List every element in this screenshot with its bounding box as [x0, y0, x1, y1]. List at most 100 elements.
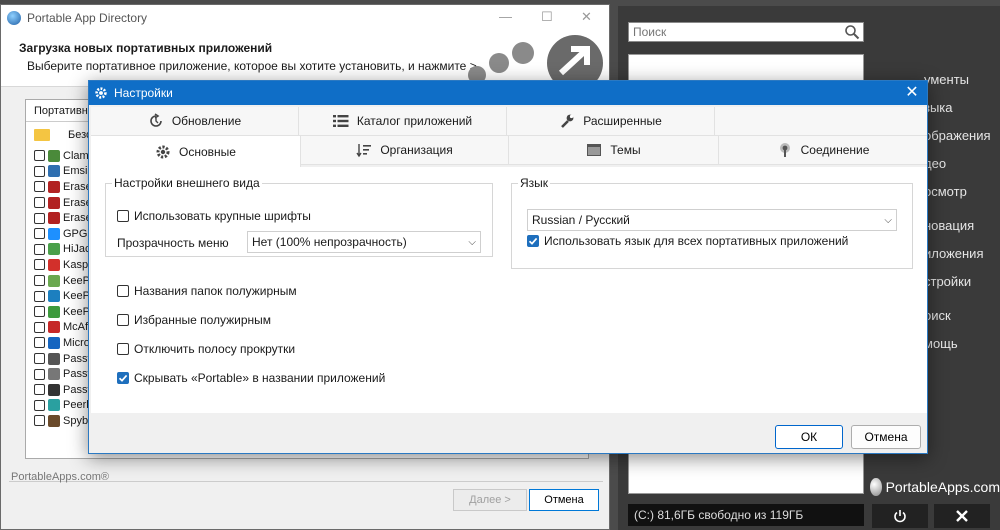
app-icon	[48, 243, 60, 256]
tab-label: Расширенные	[583, 114, 662, 128]
app-checkbox[interactable]	[34, 337, 45, 349]
large-fonts-checkbox[interactable]: Использовать крупные шрифты	[117, 209, 311, 223]
search-input[interactable]	[629, 23, 839, 41]
app-checkbox[interactable]	[34, 306, 45, 318]
close-menu-button[interactable]	[934, 504, 990, 528]
app-checkbox[interactable]	[34, 275, 45, 287]
tab-label: Основные	[179, 145, 236, 159]
tab-advanced[interactable]: Расширенные	[507, 107, 715, 136]
gear-icon	[95, 87, 107, 99]
tab-organization[interactable]: Организация	[301, 136, 509, 165]
app-name: GPG	[63, 227, 88, 240]
antenna-icon	[777, 142, 793, 158]
tab-app-catalog[interactable]: Каталог приложений	[299, 107, 507, 136]
app-checkbox[interactable]	[34, 259, 45, 271]
bold-favorites-checkbox[interactable]: Избранные полужирным	[117, 313, 271, 327]
checkbox-box[interactable]	[117, 372, 129, 384]
tab-empty	[715, 107, 927, 136]
tab-themes[interactable]: Темы	[509, 136, 719, 165]
portableapps-logo: PortableApps.com	[870, 476, 1000, 498]
app-icon	[48, 336, 60, 349]
drive-status: (C:) 81,6ГБ свободно из 119ГБ	[628, 504, 864, 526]
cancel-button[interactable]: Отмена	[851, 425, 921, 449]
update-icon	[148, 113, 164, 129]
checkbox-box[interactable]	[117, 285, 129, 297]
logo-icon	[870, 478, 882, 496]
checkbox-box[interactable]	[117, 314, 129, 326]
app-name: KeeP	[63, 290, 90, 303]
language-select[interactable]: Russian / Русский ⌵	[527, 209, 897, 231]
settings-title: Настройки	[114, 86, 173, 100]
checkbox-box[interactable]	[117, 343, 129, 355]
power-button[interactable]	[872, 504, 928, 528]
list-icon	[332, 113, 349, 129]
app-icon	[48, 227, 60, 240]
app-name: Peerl	[63, 399, 89, 412]
app-icon	[48, 290, 60, 303]
search-box[interactable]	[628, 22, 864, 42]
app-checkbox[interactable]	[34, 353, 45, 365]
app-checkbox[interactable]	[34, 368, 45, 380]
power-icon	[894, 510, 906, 523]
bold-folders-checkbox[interactable]: Названия папок полужирным	[117, 284, 297, 298]
app-icon	[48, 383, 60, 396]
app-checkbox[interactable]	[34, 150, 45, 162]
app-checkbox[interactable]	[34, 181, 45, 193]
installer-cancel-button[interactable]: Отмена	[529, 489, 599, 511]
checkmark-icon	[118, 374, 128, 382]
app-checkbox[interactable]	[34, 290, 45, 302]
app-name: KeeP	[63, 305, 90, 318]
tab-connection[interactable]: Соединение	[719, 136, 927, 165]
next-button[interactable]: Далее >	[453, 489, 527, 511]
app-checkbox[interactable]	[34, 321, 45, 333]
app-checkbox[interactable]	[34, 197, 45, 209]
app-name: KeeP	[63, 274, 90, 287]
app-checkbox[interactable]	[34, 243, 45, 255]
tab-update[interactable]: Обновление	[91, 107, 299, 136]
minimize-icon[interactable]: —	[499, 9, 512, 24]
tab-label: Обновление	[171, 114, 242, 128]
installer-header: Загрузка новых портативных приложений Вы…	[1, 31, 609, 87]
settings-titlebar: Настройки ✕	[89, 81, 927, 105]
ok-button[interactable]: ОК	[775, 425, 843, 449]
close-icon[interactable]: ✕	[581, 9, 592, 25]
checkbox-label: Избранные полужирным	[134, 313, 272, 327]
app-icon	[48, 165, 60, 178]
chevron-down-icon: ⌵	[884, 215, 892, 226]
settings-dialog: Настройки ✕ Обновление Каталог приложени…	[88, 80, 928, 454]
transparency-select[interactable]: Нет (100% непрозрачность) ⌵	[247, 231, 481, 253]
app-checkbox[interactable]	[34, 384, 45, 396]
tab-label: Каталог приложений	[356, 114, 473, 128]
language-group-title: Язык	[518, 176, 551, 190]
close-icon[interactable]: ✕	[903, 84, 921, 102]
tab-label: Темы	[610, 143, 641, 157]
disable-scrollbar-checkbox[interactable]: Отключить полосу прокрутки	[117, 342, 295, 356]
app-icon	[48, 180, 60, 193]
installer-heading: Загрузка новых портативных приложений	[19, 41, 273, 55]
checkbox-box[interactable]	[527, 235, 539, 247]
close-icon	[956, 510, 968, 522]
settings-tabs: Обновление Каталог приложений Расширенны…	[91, 107, 927, 168]
app-checkbox[interactable]	[34, 228, 45, 240]
app-name: Spyb	[63, 414, 89, 427]
search-icon[interactable]	[844, 24, 860, 40]
app-checkbox[interactable]	[34, 415, 45, 427]
checkbox-box[interactable]	[117, 210, 129, 222]
language-all-apps-checkbox[interactable]: Использовать язык для всех портативных п…	[527, 234, 848, 248]
app-checkbox[interactable]	[34, 212, 45, 224]
app-icon	[48, 352, 60, 365]
app-icon	[48, 258, 60, 271]
app-name: Kasp	[63, 258, 89, 271]
maximize-icon[interactable]: ☐	[541, 9, 553, 25]
app-icon	[48, 414, 60, 427]
app-checkbox[interactable]	[34, 165, 45, 177]
app-checkbox[interactable]	[34, 399, 45, 411]
app-icon	[48, 321, 60, 334]
hide-portable-checkbox[interactable]: Скрывать «Portable» в названии приложени…	[117, 371, 385, 385]
appearance-group-title: Настройки внешнего вида	[112, 176, 262, 190]
tab-general[interactable]: Основные	[91, 136, 301, 168]
installer-title: Portable App Directory	[27, 11, 148, 25]
checkmark-icon	[528, 237, 538, 245]
download-graphic	[468, 35, 603, 87]
dialog-footer: ОК Отмена	[91, 415, 927, 453]
